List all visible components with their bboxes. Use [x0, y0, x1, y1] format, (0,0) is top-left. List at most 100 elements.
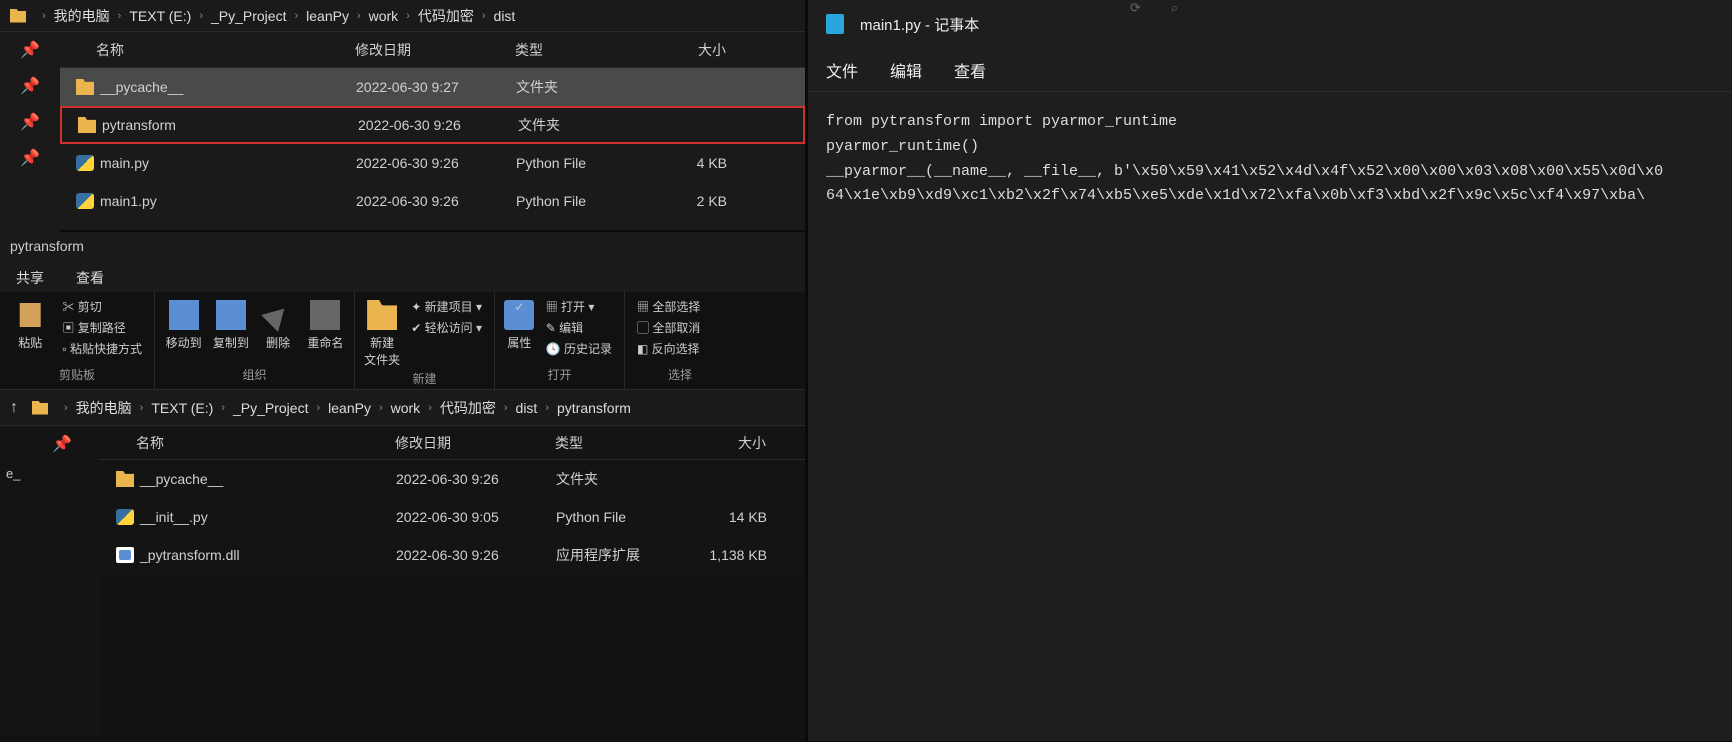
- history-button[interactable]: 🕓 历史记录: [542, 338, 616, 359]
- bc-item[interactable]: work: [391, 400, 421, 416]
- menu-bar: 文件 编辑 查看: [808, 48, 1732, 92]
- file-size: 2 KB: [652, 193, 742, 209]
- tab-view[interactable]: 查看: [60, 262, 120, 292]
- file-name: __pycache__: [140, 471, 396, 487]
- file-row[interactable]: _pytransform.dll2022-06-30 9:26应用程序扩展1,1…: [100, 536, 805, 574]
- text-content[interactable]: from pytransform import pyarmor_runtime …: [808, 92, 1732, 227]
- col-header-size[interactable]: 大小: [651, 40, 741, 60]
- search-icon[interactable]: ⌕: [1171, 0, 1178, 20]
- quick-access-sidebar: 📌 e_: [0, 426, 100, 736]
- title-bar[interactable]: main1.py - 记事本: [808, 0, 1732, 48]
- new-item-button[interactable]: ✦ 新建项目 ▾: [407, 296, 486, 317]
- file-row[interactable]: __init__.py2022-06-30 9:05Python File14 …: [100, 498, 805, 536]
- window-title: main1.py - 记事本: [860, 14, 979, 35]
- select-none-button[interactable]: ▢ 全部取消: [633, 317, 727, 338]
- folder-icon: [116, 471, 134, 487]
- copy-path-button[interactable]: ▣ 复制路径: [58, 317, 146, 338]
- col-header-date[interactable]: 修改日期: [355, 40, 515, 60]
- bc-item[interactable]: dist: [494, 8, 516, 24]
- file-type: Python File: [516, 155, 652, 171]
- py-icon: [76, 155, 94, 171]
- group-label: 新建: [363, 368, 486, 389]
- col-header-type[interactable]: 类型: [555, 433, 691, 453]
- file-row[interactable]: main1.py2022-06-30 9:26Python File2 KB: [60, 182, 805, 220]
- bc-item[interactable]: 我的电脑: [76, 398, 132, 418]
- bc-item[interactable]: TEXT (E:): [151, 400, 213, 416]
- file-row[interactable]: pytransform2022-06-30 9:26文件夹: [60, 106, 805, 144]
- col-header-name[interactable]: 名称: [60, 40, 355, 60]
- col-header-size[interactable]: 大小: [691, 433, 781, 453]
- properties-button[interactable]: ✓属性: [503, 296, 536, 359]
- ribbon-group-organize: 移动到 复制到 删除 重命名 组织: [155, 292, 355, 389]
- file-date: 2022-06-30 9:26: [358, 117, 518, 133]
- file-type: 文件夹: [518, 115, 654, 135]
- bc-item[interactable]: 我的电脑: [54, 6, 110, 26]
- bc-item[interactable]: leanPy: [306, 8, 349, 24]
- menu-file[interactable]: 文件: [826, 58, 858, 82]
- py-icon: [76, 193, 94, 209]
- edit-button[interactable]: ✎ 编辑: [542, 317, 616, 338]
- bc-item[interactable]: pytransform: [557, 400, 631, 416]
- pin-icon[interactable]: 📌: [0, 104, 60, 140]
- ribbon: 粘贴 ✂ 剪切 ▣ 复制路径 ▫ 粘贴快捷方式 剪贴板 移动到 复制到 删除 重…: [0, 292, 805, 390]
- file-name: __pycache__: [100, 79, 356, 95]
- menu-view[interactable]: 查看: [954, 58, 986, 82]
- chevron-right-icon: ›: [199, 10, 203, 22]
- chevron-right-icon: ›: [406, 10, 410, 22]
- ribbon-group-clipboard: 粘贴 ✂ 剪切 ▣ 复制路径 ▫ 粘贴快捷方式 剪贴板: [0, 292, 155, 389]
- chevron-right-icon: ›: [64, 402, 68, 414]
- file-row[interactable]: __pycache__2022-06-30 9:27文件夹: [60, 68, 805, 106]
- sidebar-item[interactable]: e_: [0, 462, 100, 485]
- rename-button[interactable]: 重命名: [305, 296, 346, 351]
- pin-icon[interactable]: 📌: [0, 32, 60, 68]
- breadcrumb-bar[interactable]: ↑ › 我的电脑 ›TEXT (E:) ›_Py_Project ›leanPy…: [0, 390, 805, 426]
- delete-icon: [257, 294, 299, 336]
- chevron-right-icon: ›: [357, 10, 361, 22]
- select-all-button[interactable]: ▦ 全部选择: [633, 296, 727, 317]
- pin-icon[interactable]: 📌: [0, 68, 60, 104]
- bc-item[interactable]: 代码加密: [440, 398, 496, 418]
- folder-icon: [10, 9, 26, 23]
- delete-button[interactable]: 删除: [258, 296, 299, 351]
- file-name: main1.py: [100, 193, 356, 209]
- easy-access-button[interactable]: ✔ 轻松访问 ▾: [407, 317, 486, 338]
- file-type: Python File: [556, 509, 692, 525]
- bc-item[interactable]: leanPy: [328, 400, 371, 416]
- file-type: 应用程序扩展: [556, 545, 692, 565]
- explorer-window-dist: › 我的电脑 › TEXT (E:) › _Py_Project › leanP…: [0, 0, 805, 230]
- file-date: 2022-06-30 9:05: [396, 509, 556, 525]
- copy-to-icon: [216, 300, 246, 330]
- tab-share[interactable]: 共享: [0, 262, 60, 292]
- bc-item[interactable]: _Py_Project: [211, 8, 286, 24]
- up-arrow-icon[interactable]: ↑: [10, 399, 18, 417]
- pin-icon[interactable]: 📌: [0, 426, 100, 462]
- pin-icon[interactable]: 📌: [0, 140, 60, 176]
- invert-selection-button[interactable]: ◧ 反向选择: [633, 338, 727, 359]
- folder-icon: [76, 79, 94, 95]
- bc-item[interactable]: dist: [516, 400, 538, 416]
- file-date: 2022-06-30 9:27: [356, 79, 516, 95]
- breadcrumb-bar[interactable]: › 我的电脑 › TEXT (E:) › _Py_Project › leanP…: [0, 0, 805, 32]
- bc-item[interactable]: TEXT (E:): [129, 8, 191, 24]
- col-header-name[interactable]: 名称: [100, 433, 395, 453]
- new-folder-button[interactable]: 新建 文件夹: [363, 296, 401, 368]
- refresh-icon[interactable]: ⟳: [1130, 0, 1141, 20]
- bc-item[interactable]: 代码加密: [418, 6, 474, 26]
- folder-icon: [32, 401, 48, 415]
- file-name: pytransform: [102, 117, 358, 133]
- paste-button[interactable]: 粘贴: [8, 296, 52, 359]
- open-button[interactable]: ▦ 打开 ▾: [542, 296, 616, 317]
- menu-edit[interactable]: 编辑: [890, 58, 922, 82]
- bc-item[interactable]: _Py_Project: [233, 400, 308, 416]
- file-size: 14 KB: [692, 509, 782, 525]
- file-row[interactable]: main.py2022-06-30 9:26Python File4 KB: [60, 144, 805, 182]
- move-to-button[interactable]: 移动到: [163, 296, 204, 351]
- file-row[interactable]: __pycache__2022-06-30 9:26文件夹: [100, 460, 805, 498]
- bc-item[interactable]: work: [369, 8, 399, 24]
- cut-button[interactable]: ✂ 剪切: [58, 296, 146, 317]
- move-to-icon: [169, 300, 199, 330]
- paste-shortcut-button[interactable]: ▫ 粘贴快捷方式: [58, 338, 146, 359]
- copy-to-button[interactable]: 复制到: [210, 296, 251, 351]
- col-header-date[interactable]: 修改日期: [395, 433, 555, 453]
- col-header-type[interactable]: 类型: [515, 40, 651, 60]
